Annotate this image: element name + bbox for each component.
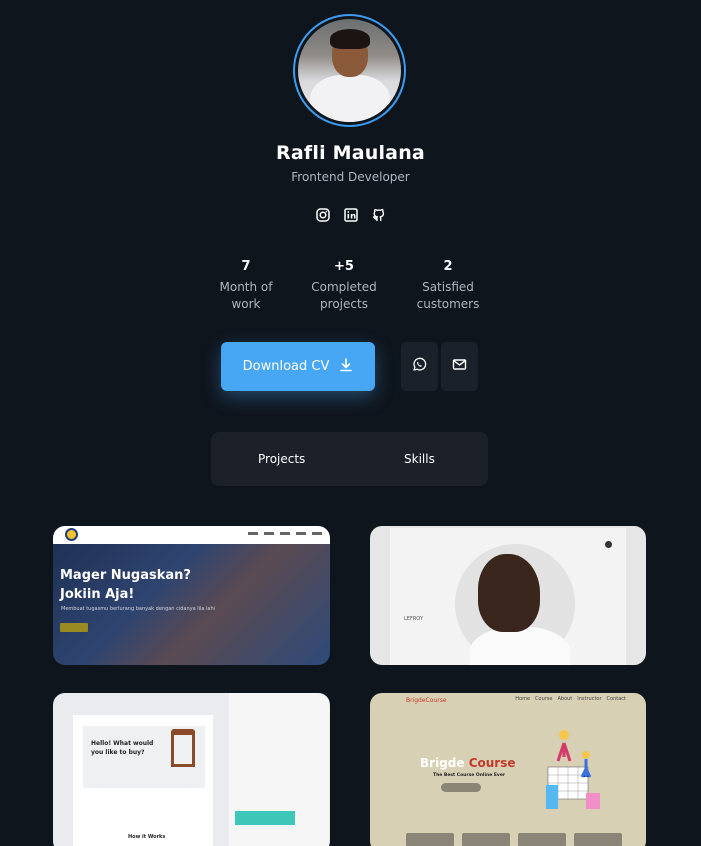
preview-dot: [605, 541, 612, 548]
linkedin-icon[interactable]: [343, 207, 358, 222]
whatsapp-button[interactable]: [401, 342, 438, 391]
github-icon[interactable]: [371, 207, 386, 222]
whatsapp-icon: [412, 357, 427, 376]
download-cv-label: Download CV: [242, 359, 330, 374]
stat-value: 2: [443, 259, 453, 274]
download-icon: [339, 357, 353, 376]
preview-navbar: [53, 526, 330, 544]
stat-customers: 2 Satisfied customers: [393, 259, 503, 313]
download-cv-button[interactable]: Download CV: [221, 342, 375, 391]
chair-icon: [171, 729, 195, 767]
preview-brand: BrigdeCourse: [406, 697, 447, 704]
stat-months: 7 Month of work: [191, 259, 301, 313]
preview-logo: [65, 528, 78, 541]
preview-headline: Hello! What would you like to buy?: [91, 740, 154, 756]
project-card-furniture[interactable]: Hello! What would you like to buy? How it…: [53, 693, 330, 846]
preview-headline: Mager Nugaskan? Jokiin Aja!: [60, 568, 191, 602]
project-card-lefroy[interactable]: LEFROY: [370, 526, 646, 665]
instagram-icon[interactable]: [315, 207, 330, 222]
avatar: [298, 19, 401, 122]
illustration-icon: [546, 730, 600, 809]
mail-icon: [452, 357, 467, 376]
stat-projects: +5 Completed projects: [289, 259, 399, 313]
preview-nav-links: [248, 532, 322, 535]
tab-projects[interactable]: Projects: [258, 452, 305, 466]
preview-footer: How it Works: [128, 834, 166, 840]
preview-portrait: [478, 554, 540, 632]
stat-label: Completed projects: [311, 280, 377, 311]
preview-cta: [60, 623, 88, 632]
preview-pill: [441, 783, 481, 792]
project-card-brigdecourse[interactable]: BrigdeCourse Home Course About Instructor Co…: [370, 693, 646, 846]
preview-title: Brigde Course: [420, 756, 516, 770]
preview-tagline: The Best Course Online Ever: [433, 773, 506, 778]
email-button[interactable]: [441, 342, 478, 391]
stat-value: +5: [334, 259, 354, 274]
avatar-ring: [293, 14, 406, 127]
stat-label: Satisfied customers: [416, 280, 480, 311]
social-links: [315, 207, 386, 222]
project-card-jokiin[interactable]: Mager Nugaskan? Jokiin Aja! Membuat tugas…: [53, 526, 330, 665]
section-tabs: Projects Skills: [211, 432, 488, 486]
stat-value: 7: [241, 259, 251, 274]
preview-nav: Home Course About Instructor Contact: [515, 696, 626, 702]
profile-name: Rafli Maulana: [276, 142, 425, 164]
stat-label: Month of work: [219, 280, 273, 311]
preview-teal-banner: [235, 811, 295, 825]
profile-role: Frontend Developer: [291, 170, 410, 184]
preview-stat-boxes: [406, 833, 622, 846]
tab-skills[interactable]: Skills: [404, 452, 435, 466]
preview-subtext: Membuat tugasmu berlurang banyak dengan …: [61, 606, 216, 612]
preview-label: LEFROY: [404, 616, 424, 622]
